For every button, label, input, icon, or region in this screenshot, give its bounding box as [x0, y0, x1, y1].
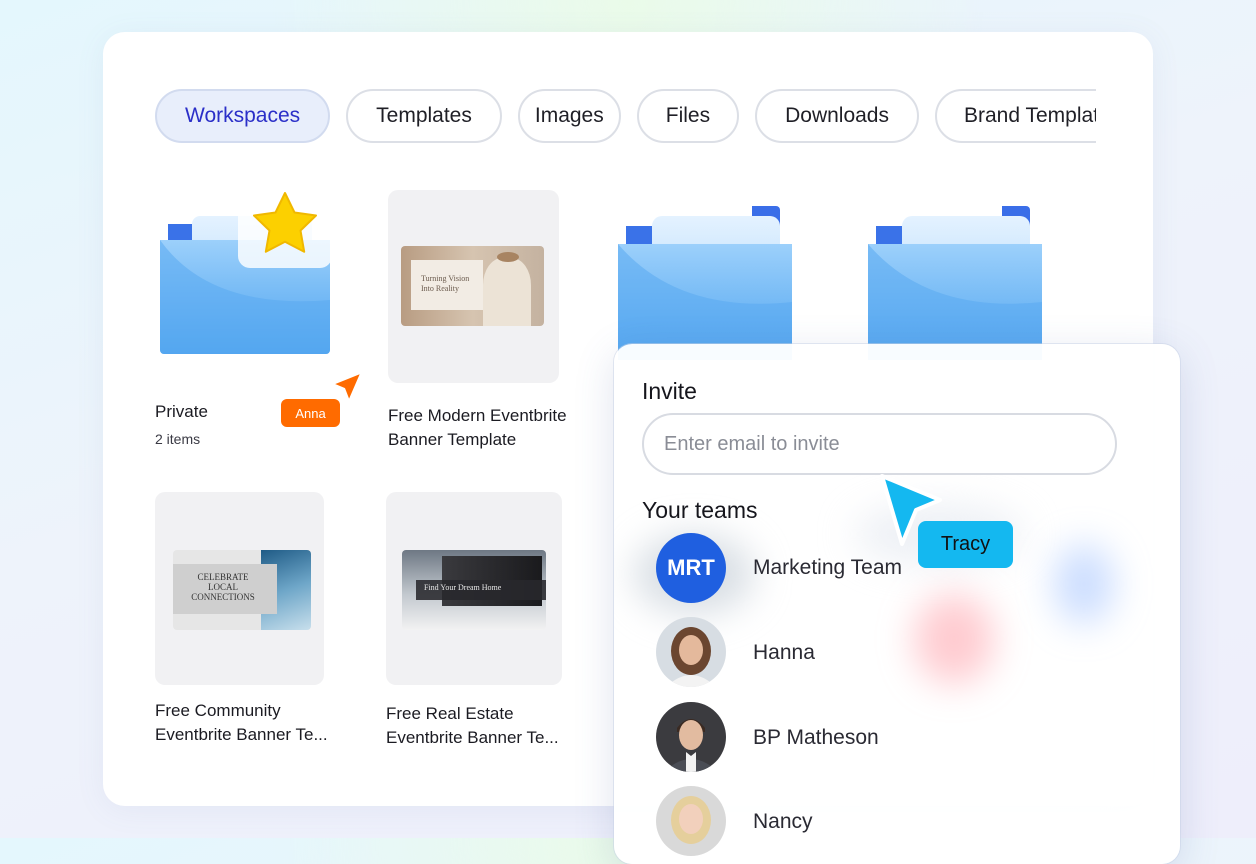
tab-brand-templates[interactable]: Brand Templates	[935, 89, 1096, 143]
item-count: 2 items	[155, 431, 201, 447]
avatar[interactable]	[656, 786, 726, 856]
item-title[interactable]: Free Modern Eventbrite Banner Template	[388, 404, 567, 452]
template-thumbnail[interactable]: Turning Vision Into Reality	[388, 190, 559, 383]
tab-downloads[interactable]: Downloads	[755, 89, 919, 143]
cursor-label-tracy: Tracy	[918, 521, 1013, 568]
folder-icon[interactable]	[862, 200, 1052, 360]
avatar[interactable]	[656, 617, 726, 687]
invite-title: Invite	[642, 378, 697, 404]
star-folder-icon[interactable]	[150, 180, 340, 370]
tab-workspaces[interactable]: Workspaces	[155, 89, 331, 143]
member-name[interactable]: Marketing Team	[753, 556, 902, 580]
tab-files[interactable]: Files	[636, 89, 740, 143]
template-thumbnail[interactable]: CELEBRATE LOCAL CONNECTIONS	[155, 492, 324, 685]
avatar[interactable]: MRT	[656, 533, 726, 603]
thumbnail-text: CELEBRATE LOCAL CONNECTIONS	[191, 572, 255, 602]
avatar[interactable]	[656, 702, 726, 772]
item-title[interactable]: Free Real Estate Eventbrite Banner Te...	[386, 702, 559, 750]
cursor-label-anna: Anna	[281, 399, 340, 427]
member-name[interactable]: Hanna	[753, 641, 815, 665]
thumbnail-text: Find Your Dream Home	[424, 583, 502, 592]
category-tabs: Workspaces Templates Images Files Downlo…	[155, 89, 1096, 147]
template-thumbnail[interactable]: Find Your Dream Home	[386, 492, 562, 685]
invite-panel: Invite Your teams MRT Marketing Team Han…	[614, 344, 1180, 864]
item-title-private[interactable]: Private	[155, 400, 208, 424]
item-title[interactable]: Free Community Eventbrite Banner Te...	[155, 699, 328, 747]
invite-email-input[interactable]	[642, 413, 1117, 475]
teams-title: Your teams	[642, 497, 758, 523]
tab-templates[interactable]: Templates	[346, 89, 502, 143]
tab-images[interactable]: Images	[517, 89, 621, 143]
thumbnail-text: Turning Vision Into Reality	[421, 274, 470, 293]
member-name[interactable]: Nancy	[753, 810, 813, 834]
folder-icon[interactable]	[612, 200, 802, 360]
member-name[interactable]: BP Matheson	[753, 726, 879, 750]
